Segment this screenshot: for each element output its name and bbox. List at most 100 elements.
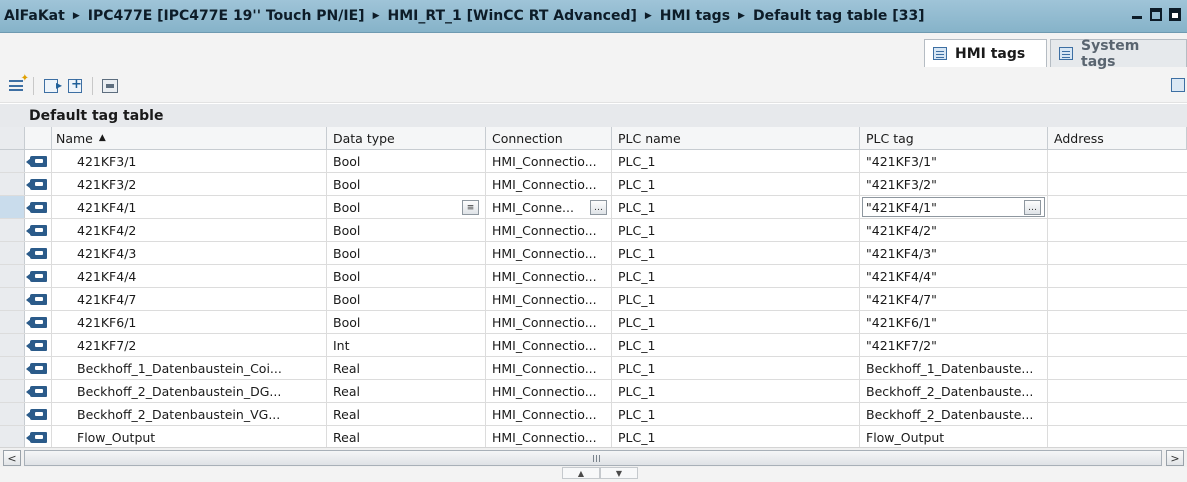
data-type-cell[interactable]: Real [327, 403, 486, 425]
plc-name-cell[interactable]: PLC_1 [612, 357, 860, 379]
address-cell[interactable] [1048, 265, 1187, 287]
connection-cell[interactable]: HMI_Connectio... [486, 288, 612, 310]
minimize-icon[interactable] [1131, 8, 1143, 21]
tag-name-cell[interactable]: 421KF4/3 [52, 242, 327, 264]
address-cell[interactable] [1048, 242, 1187, 264]
breadcrumb-runtime[interactable]: HMI_RT_1 [WinCC RT Advanced] [387, 8, 636, 24]
table-row[interactable]: 421KF3/1 Bool HMI_Connectio... PLC_1 "421KF3… [0, 150, 1187, 173]
connection-browse-button[interactable]: … [590, 200, 607, 215]
data-type-cell[interactable]: Bool ≡ [327, 196, 486, 218]
plc-tag-cell[interactable]: "421KF4/7" [860, 288, 1048, 310]
horizontal-scrollbar[interactable]: < > [0, 447, 1187, 467]
address-cell[interactable] [1048, 426, 1187, 448]
connection-cell[interactable]: HMI_Connectio... [486, 173, 612, 195]
data-type-cell[interactable]: Real [327, 380, 486, 402]
connection-cell[interactable]: HMI_Connectio... [486, 334, 612, 356]
connection-cell[interactable]: HMI_Connectio... [486, 311, 612, 333]
scroll-right-icon[interactable]: > [1166, 450, 1184, 466]
table-row[interactable]: 421KF4/3 Bool HMI_Connectio... PLC_1 "421KF4… [0, 242, 1187, 265]
scroll-left-icon[interactable]: < [3, 450, 21, 466]
connection-cell[interactable]: HMI_Connectio... [486, 150, 612, 172]
tag-name-cell[interactable]: 421KF3/2 [52, 173, 327, 195]
table-row[interactable]: 421KF4/4 Bool HMI_Connectio... PLC_1 "421KF4… [0, 265, 1187, 288]
plc-tag-cell[interactable]: "421KF6/1" [860, 311, 1048, 333]
data-type-cell[interactable]: Bool [327, 265, 486, 287]
collapse-down-icon[interactable]: ▼ [600, 467, 638, 479]
plc-name-cell[interactable]: PLC_1 [612, 219, 860, 241]
tag-name-cell[interactable]: 421KF4/4 [52, 265, 327, 287]
row-selector[interactable] [0, 380, 25, 402]
address-cell[interactable] [1048, 334, 1187, 356]
data-type-cell[interactable]: Bool [327, 242, 486, 264]
table-row[interactable]: 421KF7/2 Int HMI_Connectio... PLC_1 "421KF7/… [0, 334, 1187, 357]
data-type-cell[interactable]: Bool [327, 219, 486, 241]
splitter-handle[interactable]: ▲ ▼ [562, 467, 638, 479]
plc-tag-cell[interactable]: Beckhoff_2_Datenbauste... [860, 403, 1048, 425]
connection-cell[interactable]: HMI_Connectio... [486, 403, 612, 425]
data-type-cell[interactable]: Real [327, 426, 486, 448]
plc-name-cell[interactable]: PLC_1 [612, 426, 860, 448]
column-header-connection[interactable]: Connection [486, 127, 612, 149]
plc-name-cell[interactable]: PLC_1 [612, 265, 860, 287]
plc-name-cell[interactable]: PLC_1 [612, 288, 860, 310]
row-selector[interactable] [0, 242, 25, 264]
maximize-icon[interactable] [1169, 8, 1181, 21]
data-type-cell[interactable]: Bool [327, 150, 486, 172]
tag-name-cell[interactable]: 421KF4/1 [52, 196, 327, 218]
column-header-plc-tag[interactable]: PLC tag [860, 127, 1048, 149]
plc-name-cell[interactable]: PLC_1 [612, 150, 860, 172]
plc-name-cell[interactable]: PLC_1 [612, 380, 860, 402]
plc-tag-cell[interactable]: "421KF4/4" [860, 265, 1048, 287]
data-type-cell[interactable]: Int [327, 334, 486, 356]
add-tag-button[interactable] [6, 73, 29, 96]
data-type-cell[interactable]: Bool [327, 173, 486, 195]
plc-tag-cell[interactable]: Beckhoff_1_Datenbauste... [860, 357, 1048, 379]
row-selector[interactable] [0, 150, 25, 172]
table-row[interactable]: 421KF4/1 Bool ≡ HMI_Conne...… PLC_1 "421KF4/1… [0, 196, 1187, 219]
table-row[interactable]: Beckhoff_2_Datenbaustein_DG... Real HMI_Co… [0, 380, 1187, 403]
address-cell[interactable] [1048, 288, 1187, 310]
plc-tag-cell[interactable]: "421KF7/2" [860, 334, 1048, 356]
address-cell[interactable] [1048, 150, 1187, 172]
data-type-cell[interactable]: Real [327, 357, 486, 379]
plc-tag-cell[interactable]: "421KF3/1" [860, 150, 1048, 172]
address-cell[interactable] [1048, 219, 1187, 241]
plc-name-cell[interactable]: PLC_1 [612, 196, 860, 218]
table-row[interactable]: 421KF4/7 Bool HMI_Connectio... PLC_1 "421KF4… [0, 288, 1187, 311]
tag-name-cell[interactable]: Beckhoff_2_Datenbaustein_DG... [52, 380, 327, 402]
tag-name-cell[interactable]: Beckhoff_1_Datenbaustein_Coi... [52, 357, 327, 379]
connection-cell[interactable]: HMI_Connectio... [486, 357, 612, 379]
plc-tag-cell[interactable]: Flow_Output [860, 426, 1048, 448]
tag-name-cell[interactable]: 421KF7/2 [52, 334, 327, 356]
table-row[interactable]: Beckhoff_1_Datenbaustein_Coi... Real HMI_C… [0, 357, 1187, 380]
address-cell[interactable] [1048, 380, 1187, 402]
table-row[interactable]: 421KF3/2 Bool HMI_Connectio... PLC_1 "421KF3… [0, 173, 1187, 196]
tag-name-cell[interactable]: Flow_Output [52, 426, 327, 448]
address-cell[interactable] [1048, 403, 1187, 425]
plc-name-cell[interactable]: PLC_1 [612, 311, 860, 333]
connection-cell[interactable]: HMI_Connectio... [486, 265, 612, 287]
table-row[interactable]: 421KF4/2 Bool HMI_Connectio... PLC_1 "421KF4… [0, 219, 1187, 242]
row-selector[interactable] [0, 311, 25, 333]
row-selector[interactable] [0, 334, 25, 356]
table-row[interactable]: Flow_Output Real HMI_Connectio... PLC_1 Flow… [0, 426, 1187, 449]
collapse-up-icon[interactable]: ▲ [562, 467, 600, 479]
column-header-name[interactable]: Name ▲ [52, 127, 327, 149]
plc-tag-browse-button[interactable]: … [1024, 200, 1041, 215]
column-header-data-type[interactable]: Data type [327, 127, 486, 149]
insert-row-button[interactable] [41, 76, 62, 96]
address-cell[interactable] [1048, 196, 1187, 218]
row-selector[interactable] [0, 173, 25, 195]
tag-name-cell[interactable]: Beckhoff_2_Datenbaustein_VG... [52, 403, 327, 425]
connection-cell[interactable]: HMI_Connectio... [486, 380, 612, 402]
tag-name-cell[interactable]: 421KF4/2 [52, 219, 327, 241]
tag-name-cell[interactable]: 421KF6/1 [52, 311, 327, 333]
breadcrumb-project[interactable]: AlFaKat [4, 8, 65, 24]
connection-cell[interactable]: HMI_Conne...… [486, 196, 612, 218]
row-selector[interactable] [0, 265, 25, 287]
row-selector[interactable] [0, 357, 25, 379]
connection-cell[interactable]: HMI_Connectio... [486, 219, 612, 241]
plc-sync-button[interactable] [100, 76, 120, 96]
plc-name-cell[interactable]: PLC_1 [612, 403, 860, 425]
plc-name-cell[interactable]: PLC_1 [612, 173, 860, 195]
